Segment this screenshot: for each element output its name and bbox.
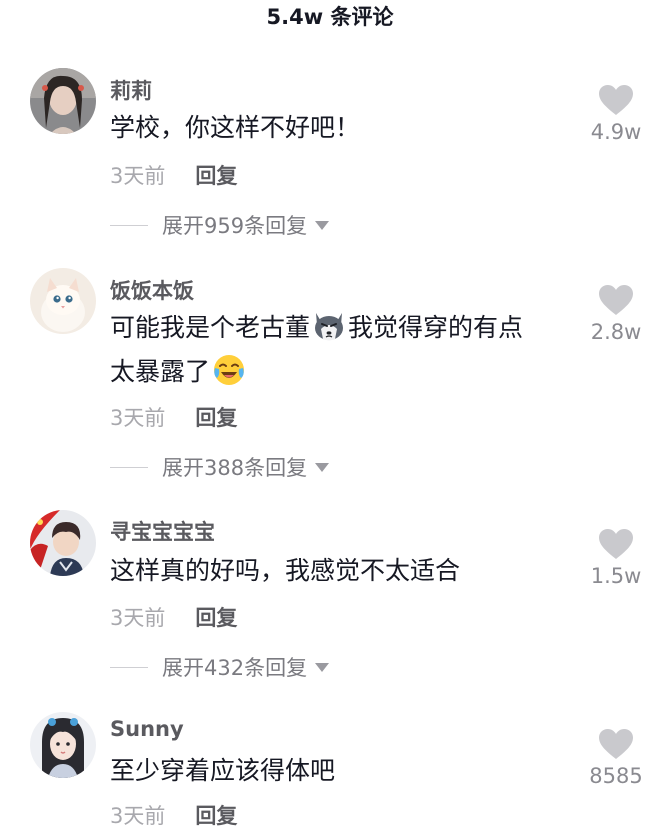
comment-text: 这样真的好吗，我感觉不太适合 (110, 556, 461, 585)
divider-line (110, 467, 148, 468)
comment-meta: 3天前 回复 (110, 800, 237, 830)
heart-icon (599, 85, 633, 115)
comments-header: 5.4w 条评论 (0, 0, 660, 40)
avatar[interactable] (30, 510, 96, 576)
chevron-down-icon (315, 221, 330, 230)
like-button[interactable]: 8585 (580, 728, 652, 788)
comment-meta: 3天前 回复 (110, 602, 237, 632)
timestamp: 3天前 (110, 164, 166, 188)
expand-replies-button[interactable]: 展开388条回复 (110, 452, 330, 482)
avatar[interactable] (30, 268, 96, 334)
comment-text: 至少穿着应该得体吧 (110, 756, 336, 785)
comment-text-part: 可能我是个老古董 (110, 313, 311, 342)
comment-meta: 3天前 回复 (110, 160, 237, 190)
username[interactable]: Sunny (110, 717, 184, 741)
username[interactable]: 寻宝宝宝宝 (110, 516, 215, 546)
like-button[interactable]: 2.8w (580, 284, 652, 344)
like-count: 8585 (589, 764, 643, 788)
laughing-crying-emoji-icon (214, 355, 245, 385)
timestamp: 3天前 (110, 606, 166, 630)
heart-icon (599, 285, 633, 315)
expand-replies-button[interactable]: 展开959条回复 (110, 210, 330, 240)
like-button[interactable]: 4.9w (580, 84, 652, 144)
expand-replies-label: 展开388条回复 (162, 456, 308, 480)
like-button[interactable]: 1.5w (580, 528, 652, 588)
comment-text: 学校，你这样不好吧！ (110, 113, 361, 142)
husky-emoji-icon (315, 313, 344, 341)
expand-replies-label: 展开432条回复 (162, 656, 308, 680)
divider-line (110, 225, 148, 226)
comment-count-title: 5.4w 条评论 (266, 5, 394, 29)
like-count: 1.5w (590, 564, 642, 588)
username[interactable]: 莉莉 (110, 75, 152, 105)
timestamp: 3天前 (110, 406, 166, 430)
expand-replies-label: 展开959条回复 (162, 214, 308, 238)
timestamp: 3天前 (110, 804, 166, 828)
comment-text: 可能我是个老古董 我觉得穿的有点太暴露了 (110, 306, 580, 394)
heart-icon (599, 529, 633, 559)
expand-replies-button[interactable]: 展开432条回复 (110, 652, 330, 682)
username[interactable]: 饭饭本饭 (110, 275, 194, 305)
comment-text-part: 我觉得穿的有点 (348, 313, 524, 342)
avatar[interactable] (30, 712, 96, 778)
reply-button[interactable]: 回复 (195, 164, 237, 188)
reply-button[interactable]: 回复 (195, 606, 237, 630)
like-count: 4.9w (590, 120, 642, 144)
divider-line (110, 667, 148, 668)
comment-text-part: 太暴露了 (110, 357, 211, 386)
reply-button[interactable]: 回复 (195, 406, 237, 430)
heart-icon (599, 729, 633, 759)
comment-meta: 3天前 回复 (110, 402, 237, 432)
like-count: 2.8w (590, 320, 642, 344)
chevron-down-icon (315, 463, 330, 472)
chevron-down-icon (315, 663, 330, 672)
avatar[interactable] (30, 68, 96, 134)
reply-button[interactable]: 回复 (195, 804, 237, 828)
